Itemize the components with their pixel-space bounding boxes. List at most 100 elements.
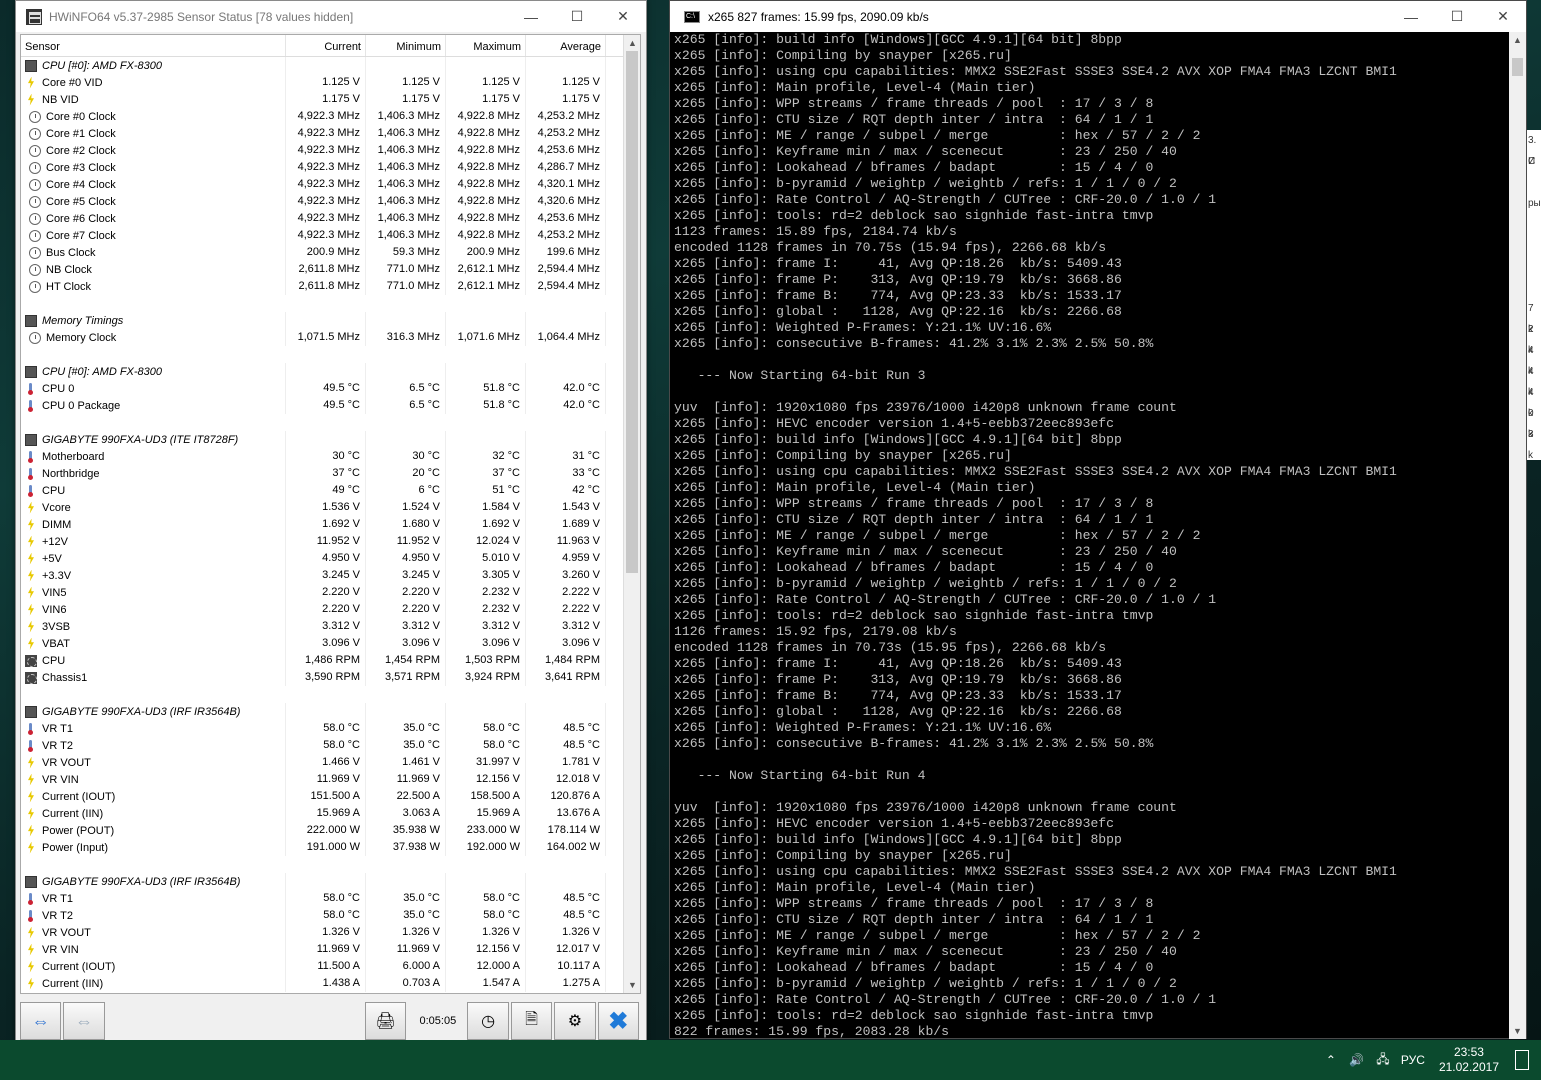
sensor-group-row[interactable]: GIGABYTE 990FXA-UD3 (IRF IR3564B) bbox=[21, 873, 640, 890]
sensor-row[interactable]: HT Clock 2,611.8 MHz 771.0 MHz 2,612.1 MHz 2… bbox=[21, 278, 640, 295]
sensor-row[interactable]: Current (IOUT) 11.500 A 6.000 A 12.000 A 10.… bbox=[21, 958, 640, 975]
console-close-icon[interactable]: ✕ bbox=[1480, 1, 1526, 32]
sensor-row[interactable]: Core #2 Clock 4,922.3 MHz 1,406.3 MHz 4,922… bbox=[21, 142, 640, 159]
console-scroll-up-icon[interactable]: ▲ bbox=[1509, 32, 1526, 48]
sensor-group-row[interactable]: GIGABYTE 990FXA-UD3 (IRF IR3564B) bbox=[21, 703, 640, 720]
sensor-row[interactable]: Current (IOUT) 151.500 A 22.500 A 158.500 A… bbox=[21, 788, 640, 805]
sensor-row[interactable]: Motherboard 30 °C 30 °C 32 °C 31 °C bbox=[21, 448, 640, 465]
expand-arrows-button[interactable]: ⇔ bbox=[20, 1002, 62, 1040]
sensor-row[interactable]: Core #5 Clock 4,922.3 MHz 1,406.3 MHz 4,922… bbox=[21, 193, 640, 210]
sensor-row[interactable]: Power (POUT) 222.000 W 35.938 W 233.000 W 17… bbox=[21, 822, 640, 839]
sensor-row[interactable]: CPU 0 49.5 °C 6.5 °C 51.8 °C 42.0 °C bbox=[21, 380, 640, 397]
console-scrollbar[interactable]: ▲ ▼ bbox=[1509, 32, 1526, 1039]
console-output[interactable]: x265 [info]: build info [Windows][GCC 4.… bbox=[674, 32, 1508, 1039]
sensor-row[interactable]: Current (IIN) 1.438 A 0.703 A 1.547 A 1.275 … bbox=[21, 975, 640, 992]
sensor-row[interactable]: VR VOUT 1.326 V 1.326 V 1.326 V 1.326 V bbox=[21, 924, 640, 941]
settings-button[interactable]: ⚙ bbox=[554, 1002, 596, 1040]
scroll-thumb[interactable] bbox=[626, 51, 638, 573]
sensor-row[interactable]: Chassis1 3,590 RPM 3,571 RPM 3,924 RPM 3,641… bbox=[21, 669, 640, 686]
console-line: x265 [info]: Rate Control / AQ-Strength … bbox=[674, 992, 1217, 1007]
sensor-row[interactable]: +5V 4.950 V 4.950 V 5.010 V 4.959 V bbox=[21, 550, 640, 567]
sensor-row[interactable]: CPU 49 °C 6 °C 51 °C 42 °C bbox=[21, 482, 640, 499]
scroll-up-icon[interactable]: ▲ bbox=[624, 35, 640, 51]
console-line: x265 [info]: frame B: 774, Avg QP:23.33 … bbox=[674, 288, 1122, 303]
sensor-row[interactable]: Bus Clock 200.9 MHz 59.3 MHz 200.9 MHz 199.6… bbox=[21, 244, 640, 261]
taskbar-clock[interactable]: 23:53 21.02.2017 bbox=[1439, 1045, 1499, 1075]
hwinfo-app-icon bbox=[26, 8, 42, 25]
value-maximum: 4,922.8 MHz bbox=[446, 125, 526, 142]
maximize-icon[interactable]: ☐ bbox=[554, 1, 600, 32]
sensor-row[interactable]: DIMM 1.692 V 1.680 V 1.692 V 1.689 V bbox=[21, 516, 640, 533]
reset-timer-button[interactable]: ◷ bbox=[467, 1002, 509, 1040]
sensor-row[interactable]: NB VID 1.175 V 1.175 V 1.175 V 1.175 V bbox=[21, 91, 640, 108]
sensor-row[interactable]: Core #1 Clock 4,922.3 MHz 1,406.3 MHz 4,922… bbox=[21, 125, 640, 142]
column-average[interactable]: Average bbox=[526, 35, 606, 56]
sensor-row[interactable]: +12V 11.952 V 11.952 V 12.024 V 11.963 V bbox=[21, 533, 640, 550]
sensor-group-row[interactable]: CPU [#0]: AMD FX-8300 bbox=[21, 363, 640, 380]
console-maximize-icon[interactable]: ☐ bbox=[1434, 1, 1480, 32]
console-minimize-icon[interactable]: — bbox=[1388, 1, 1434, 32]
sensor-row[interactable]: Core #0 Clock 4,922.3 MHz 1,406.3 MHz 4,922… bbox=[21, 108, 640, 125]
speaker-icon[interactable]: 🔊 bbox=[1349, 1052, 1365, 1068]
network-button[interactable]: 🖨 bbox=[364, 1002, 407, 1040]
language-indicator[interactable]: РУС bbox=[1401, 1053, 1425, 1067]
column-minimum[interactable]: Minimum bbox=[366, 35, 446, 56]
sensor-group-row[interactable]: Memory Timings bbox=[21, 312, 640, 329]
logging-button[interactable]: 🗎 bbox=[510, 1002, 553, 1040]
collapse-arrows-button[interactable]: ⇔ bbox=[63, 1002, 105, 1040]
console-scroll-thumb[interactable] bbox=[1512, 58, 1523, 76]
sensor-row[interactable]: Core #4 Clock 4,922.3 MHz 1,406.3 MHz 4,922… bbox=[21, 176, 640, 193]
voltage-icon bbox=[25, 825, 37, 837]
sensor-row[interactable]: 3VSB 3.312 V 3.312 V 3.312 V 3.312 V bbox=[21, 618, 640, 635]
sensor-row[interactable]: Power (Input) 191.000 W 37.938 W 192.000 W1… bbox=[21, 839, 640, 856]
sensor-name-cell: Core #5 Clock bbox=[21, 193, 286, 210]
sensor-group-row[interactable]: GIGABYTE 990FXA-UD3 (ITE IT8728F) bbox=[21, 431, 640, 448]
sensor-row[interactable]: VR T2 58.0 °C 35.0 °C 58.0 °C 48.5 °C bbox=[21, 737, 640, 754]
sensor-label: Memory Clock bbox=[46, 331, 117, 344]
scroll-down-icon[interactable]: ▼ bbox=[624, 977, 640, 993]
sensor-scrollbar[interactable]: ▲ ▼ bbox=[623, 35, 640, 993]
sensor-row[interactable]: Northbridge 37 °C 20 °C 37 °C 33 °C bbox=[21, 465, 640, 482]
sensor-row[interactable]: Current (IIN) 15.969 A 3.063 A 15.969 A 13.6… bbox=[21, 805, 640, 822]
column-current[interactable]: Current bbox=[286, 35, 366, 56]
arrows-left-right-icon: ⇔ bbox=[31, 1010, 50, 1031]
sensor-row[interactable]: CPU 0 Package 49.5 °C 6.5 °C 51.8 °C 42.0 °C bbox=[21, 397, 640, 414]
sensor-row[interactable]: CPU 1,486 RPM 1,454 RPM 1,503 RPM 1,484 RPM bbox=[21, 652, 640, 669]
sensor-name-cell: Memory Clock bbox=[21, 329, 286, 346]
notification-center-icon[interactable] bbox=[1515, 1050, 1529, 1070]
close-icon[interactable]: ✕ bbox=[600, 1, 646, 32]
background-window-fragment[interactable]: 3. С Иры 7 k2 k4 k4 k4 k0 k3 k bbox=[1527, 130, 1541, 460]
sensor-row[interactable]: VR VOUT 1.466 V 1.461 V 31.997 V 1.781 V bbox=[21, 754, 640, 771]
console-scroll-down-icon[interactable]: ▼ bbox=[1509, 1023, 1526, 1039]
network-icon[interactable]: 🖧 bbox=[1375, 1052, 1391, 1068]
console-line: --- Now Starting 64-bit Run 3 bbox=[674, 368, 926, 383]
sensor-row[interactable]: NB Clock 2,611.8 MHz 771.0 MHz 2,612.1 MHz 2… bbox=[21, 261, 640, 278]
sensor-row[interactable]: VIN6 2.220 V 2.220 V 2.232 V 2.222 V bbox=[21, 601, 640, 618]
sensor-row[interactable]: VIN5 2.220 V 2.220 V 2.232 V 2.222 V bbox=[21, 584, 640, 601]
sensor-row[interactable]: VR VIN 11.969 V 11.969 V 12.156 V 12.017 V bbox=[21, 941, 640, 958]
column-maximum[interactable]: Maximum bbox=[446, 35, 526, 56]
minimize-icon[interactable]: — bbox=[508, 1, 554, 32]
console-titlebar[interactable]: C:\ x265 827 frames: 15.99 fps, 2090.09 … bbox=[670, 1, 1526, 32]
sensor-row[interactable]: VR T1 58.0 °C 35.0 °C 58.0 °C 48.5 °C bbox=[21, 890, 640, 907]
column-sensor[interactable]: Sensor bbox=[21, 35, 286, 56]
sensor-row[interactable]: VR T1 58.0 °C 35.0 °C 58.0 °C 48.5 °C bbox=[21, 720, 640, 737]
hwinfo-titlebar[interactable]: HWiNFO64 v5.37-2985 Sensor Status [78 va… bbox=[16, 1, 646, 32]
background-window-text: 4 k bbox=[1528, 387, 1534, 419]
sensor-row[interactable]: Core #7 Clock 4,922.3 MHz 1,406.3 MHz 4,922… bbox=[21, 227, 640, 244]
sensor-name-cell: Current (IOUT) bbox=[21, 958, 286, 975]
sensor-row[interactable]: VR T2 58.0 °C 35.0 °C 58.0 °C 48.5 °C bbox=[21, 907, 640, 924]
sensor-row[interactable]: VR VIN 11.969 V 11.969 V 12.156 V 12.018 V bbox=[21, 771, 640, 788]
console-line: x265 [info]: consecutive B-frames: 41.2%… bbox=[674, 736, 1154, 751]
sensor-row[interactable]: VBAT 3.096 V 3.096 V 3.096 V 3.096 V bbox=[21, 635, 640, 652]
sensor-row[interactable]: Memory Clock 1,071.5 MHz 316.3 MHz 1,071.6 … bbox=[21, 329, 640, 346]
sensor-row[interactable]: Core #3 Clock 4,922.3 MHz 1,406.3 MHz 4,922… bbox=[21, 159, 640, 176]
value-maximum: 2.232 V bbox=[446, 601, 526, 618]
sensor-row[interactable]: +3.3V 3.245 V 3.245 V 3.305 V 3.260 V bbox=[21, 567, 640, 584]
close-sensors-button[interactable]: ✖ bbox=[597, 1002, 640, 1040]
sensor-row[interactable]: Core #6 Clock 4,922.3 MHz 1,406.3 MHz 4,922… bbox=[21, 210, 640, 227]
sensor-group-row[interactable]: CPU [#0]: AMD FX-8300 bbox=[21, 57, 640, 74]
sensor-row[interactable]: Vcore 1.536 V 1.524 V 1.584 V 1.543 V bbox=[21, 499, 640, 516]
chevron-up-icon[interactable]: ⌃ bbox=[1323, 1052, 1339, 1068]
sensor-row[interactable]: Core #0 VID 1.125 V 1.125 V 1.125 V 1.125 V bbox=[21, 74, 640, 91]
